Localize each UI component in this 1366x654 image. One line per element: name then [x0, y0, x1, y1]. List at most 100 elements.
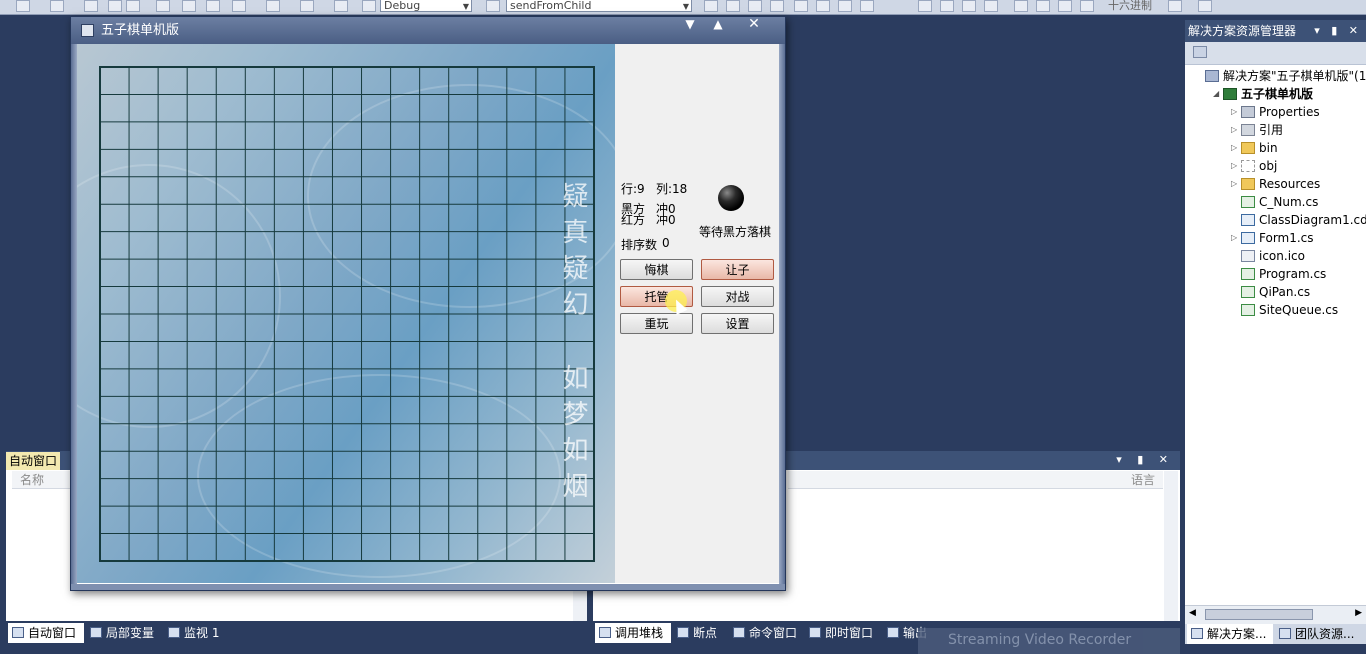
undo-button[interactable]: 悔棋 — [620, 259, 693, 280]
cut-icon[interactable] — [156, 0, 170, 12]
scroll-left-icon[interactable]: ◀ — [1189, 608, 1196, 618]
stop-record-icon[interactable] — [1198, 0, 1212, 12]
continue-icon[interactable] — [918, 0, 932, 12]
expander-icon[interactable]: ▷ — [1231, 139, 1241, 157]
tree-item-label: Properties — [1259, 105, 1320, 119]
paste-icon[interactable] — [206, 0, 220, 12]
tree-item-label: bin — [1259, 141, 1278, 155]
team-explorer-icon — [1279, 628, 1291, 639]
close-icon[interactable]: ✕ — [743, 17, 765, 33]
settings-button[interactable]: 设置 — [701, 313, 774, 334]
start-debug-icon[interactable] — [362, 0, 376, 12]
horizontal-scrollbar[interactable]: ◀ ▶ — [1185, 605, 1366, 624]
scroll-thumb[interactable] — [1205, 609, 1313, 620]
find-in-files-icon[interactable] — [486, 0, 500, 12]
properties-icon[interactable] — [1193, 46, 1207, 58]
add-item-icon[interactable] — [50, 0, 64, 12]
navigate-back-icon[interactable] — [300, 0, 314, 12]
column-header-language[interactable]: 语言 — [788, 471, 1163, 489]
start-page-icon[interactable] — [816, 0, 830, 12]
panel-controls[interactable]: ▾ ▮ ✕ — [1116, 453, 1174, 466]
find-icon[interactable] — [704, 0, 718, 12]
tab-command-window[interactable]: 命令窗口 — [729, 623, 805, 643]
new-project-icon[interactable] — [16, 0, 30, 12]
pause-icon[interactable] — [940, 0, 954, 12]
chevron-up-icon[interactable]: ▲ — [707, 17, 729, 33]
col-indicator: 列:18 — [656, 182, 688, 196]
tab-call-stack[interactable]: 调用堆栈 — [595, 623, 671, 643]
game-status: 等待黑方落棋 — [699, 225, 772, 239]
tab-auto-window[interactable]: 自动窗口 — [8, 623, 84, 643]
expander-icon[interactable]: ▷ — [1231, 229, 1241, 247]
expander-icon[interactable]: ▷ — [1231, 157, 1241, 175]
tab-team-explorer[interactable]: 团队资源... — [1275, 624, 1365, 644]
hex-toggle[interactable]: 十六进制 — [1108, 0, 1152, 12]
tab-watch-1[interactable]: 监视 1 — [164, 623, 234, 643]
tab-immediate-window[interactable]: 即时窗口 — [805, 623, 881, 643]
solution-explorer: 解决方案资源管理器 ▾ ▮ ✕ 解决方案"五子棋单机版"(1 ◢ 五子棋单机版 ▷ Pr… — [1185, 20, 1366, 624]
tree-item-label: C_Num.cs — [1259, 195, 1319, 209]
window-frame-bottom — [71, 584, 785, 590]
object-browser-icon[interactable] — [748, 0, 762, 12]
toolbox-icon[interactable] — [794, 0, 808, 12]
move-count-label: 排序数 — [621, 238, 658, 252]
step-out-icon[interactable] — [1080, 0, 1094, 12]
open-folder-icon[interactable] — [84, 0, 98, 12]
chevron-down-icon[interactable]: ▼ — [679, 17, 701, 33]
expander-icon[interactable]: ◢ — [1213, 85, 1223, 103]
project-icon — [1223, 88, 1237, 100]
column-name-label: 名称 — [20, 473, 45, 487]
redo-icon[interactable] — [266, 0, 280, 12]
gomoku-title-bar[interactable]: 五子棋单机版 ▼ ▲ ✕ — [71, 17, 785, 44]
ico-file-icon — [1241, 250, 1255, 262]
expander-icon[interactable]: ▷ — [1231, 103, 1241, 121]
find-combo-value: sendFromChild — [510, 0, 592, 12]
expander-icon[interactable]: ▷ — [1231, 121, 1241, 139]
window-title: 五子棋单机版 — [101, 23, 180, 38]
references-icon — [1241, 124, 1255, 136]
tab-locals[interactable]: 局部变量 — [86, 623, 162, 643]
scroll-right-icon[interactable]: ▶ — [1355, 608, 1362, 618]
recorder-overlay: Streaming Video Recorder — [918, 628, 1180, 654]
save-all-icon[interactable] — [126, 0, 140, 12]
tree-item-label: 五子棋单机版 — [1241, 87, 1314, 101]
auto-window-title: 自动窗口 — [6, 452, 61, 470]
step-into-icon[interactable] — [1036, 0, 1050, 12]
tab-breakpoints[interactable]: 断点 — [673, 623, 729, 643]
versus-button[interactable]: 对战 — [701, 286, 774, 307]
handicap-button[interactable]: 让子 — [701, 259, 774, 280]
copy-icon[interactable] — [182, 0, 196, 12]
poem-right-column: 如梦如烟 — [558, 364, 588, 508]
vertical-scrollbar[interactable] — [1164, 471, 1178, 621]
tab-solution-explorer[interactable]: 解决方案... — [1187, 624, 1273, 644]
tab-label: 调用堆栈 — [615, 626, 664, 640]
replay-button[interactable]: 重玩 — [620, 313, 693, 334]
class-view-icon[interactable] — [770, 0, 784, 12]
panel-controls[interactable]: ▾ ▮ ✕ — [1314, 20, 1362, 42]
gomoku-window: 五子棋单机版 ▼ ▲ ✕ 疑真疑幻 如梦如烟 行:9 列:18 黑方 冲0 红方… — [70, 16, 786, 591]
restart-icon[interactable] — [984, 0, 998, 12]
undo-icon[interactable] — [232, 0, 246, 12]
window-frame-right — [779, 44, 785, 590]
debug-bottom-tabs-left: 自动窗口 局部变量 监视 1 — [6, 623, 587, 644]
solution-explorer-title: 解决方案资源管理器 — [1188, 24, 1297, 38]
tab-label: 解决方案... — [1207, 627, 1267, 641]
window-layout-icon[interactable] — [860, 0, 874, 12]
breakpoint-icon[interactable] — [1168, 0, 1182, 12]
gomoku-board[interactable] — [99, 66, 595, 562]
show-next-statement-icon[interactable] — [1014, 0, 1028, 12]
properties-window-icon[interactable] — [726, 0, 740, 12]
stop-icon[interactable] — [962, 0, 976, 12]
navigate-forward-icon[interactable] — [334, 0, 348, 12]
solution-config-combo[interactable]: Debug ▼ — [380, 0, 472, 12]
black-stone-icon — [718, 185, 744, 211]
folder-icon — [1241, 160, 1255, 172]
csharp-file-icon — [1241, 196, 1255, 208]
find-combo[interactable]: sendFromChild ▼ — [506, 0, 692, 12]
extension-manager-icon[interactable] — [838, 0, 852, 12]
expander-icon[interactable]: ▷ — [1231, 175, 1241, 193]
save-icon[interactable] — [108, 0, 122, 12]
tree-item-label: SiteQueue.cs — [1259, 303, 1339, 317]
step-over-icon[interactable] — [1058, 0, 1072, 12]
game-side-panel: 行:9 列:18 黑方 冲0 红方 冲0 等待黑方落棋 排序数 0 悔棋 让子 … — [615, 44, 779, 583]
